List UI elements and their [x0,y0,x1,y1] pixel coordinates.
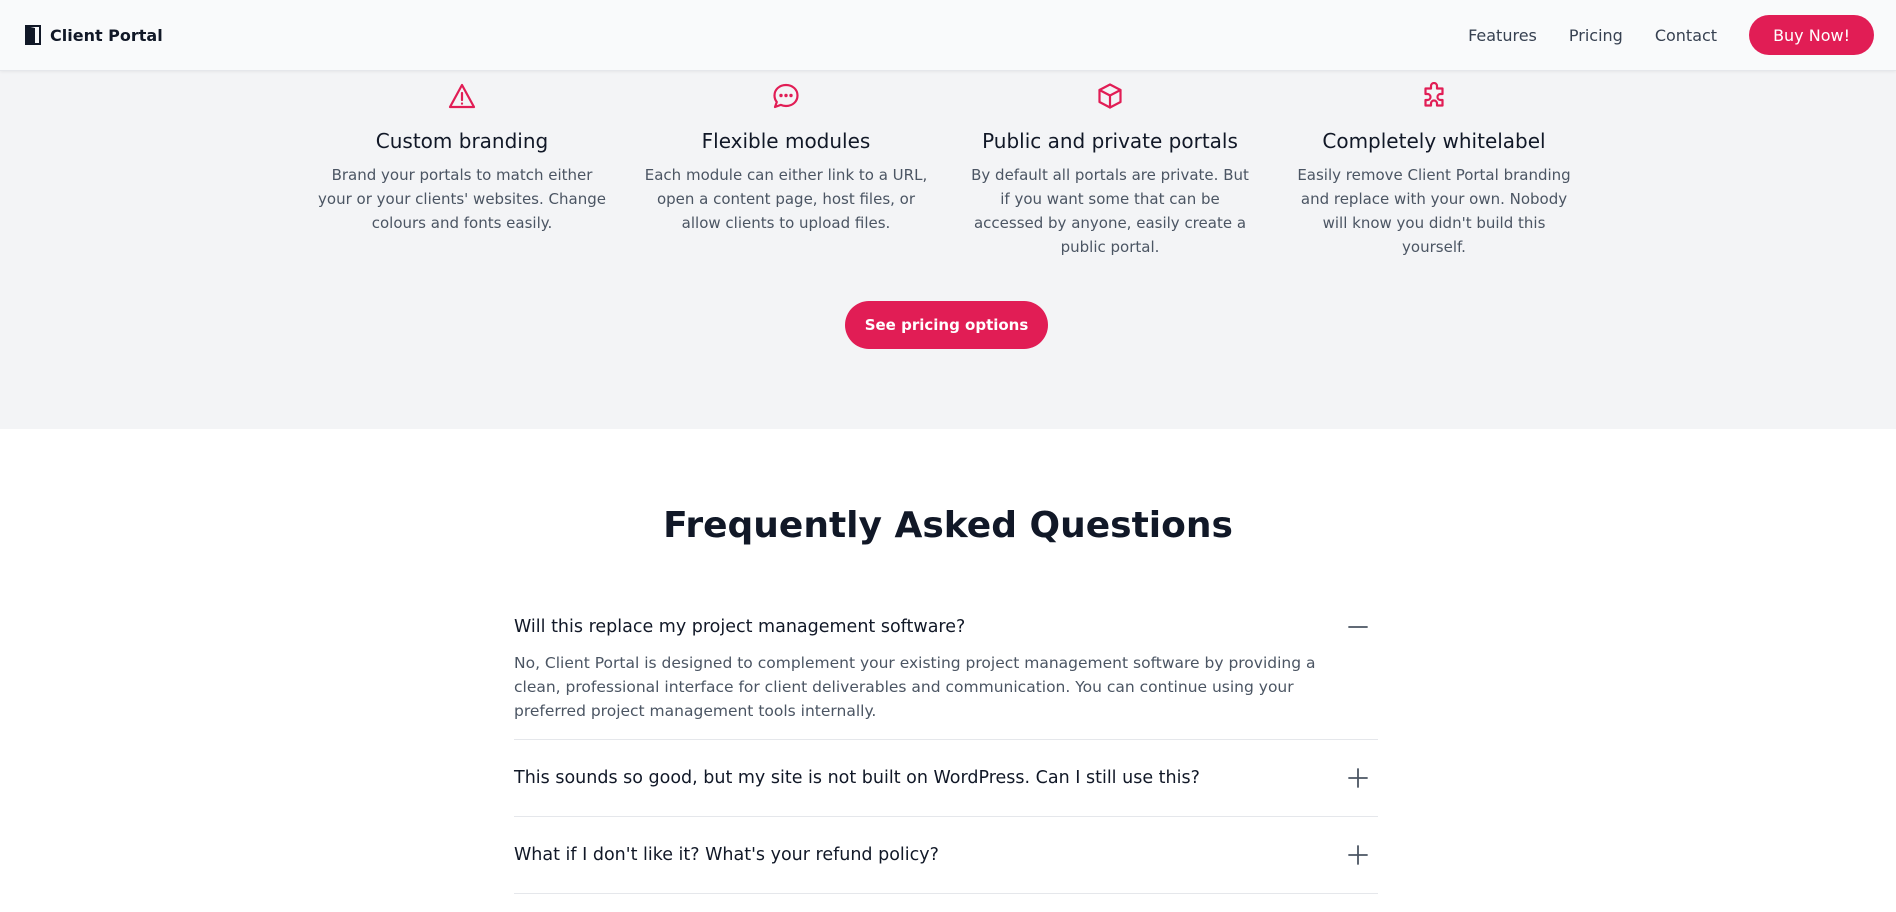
puzzle-piece-icon [1420,81,1448,111]
faq-item: Will this replace my project management … [514,595,1378,740]
main-nav: Features Pricing Contact Buy Now! [1468,15,1874,55]
faq-question-toggle[interactable]: What if I don't like it? What's your ref… [514,817,1378,893]
features-section: Custom branding Brand your portals to ma… [0,71,1896,429]
features-grid: Custom branding Brand your portals to ma… [300,81,1596,259]
nav-features[interactable]: Features [1468,26,1537,45]
feature-description: Each module can either link to a URL, op… [644,166,928,232]
feature-title: Completely whitelabel [1322,129,1546,153]
feature-title: Custom branding [375,129,549,153]
faq-question: What if I don't like it? What's your ref… [514,845,939,865]
faq-title: Frequently Asked Questions [663,505,1233,546]
site-header: Client Portal Features Pricing Contact B… [0,0,1896,71]
nav-contact[interactable]: Contact [1655,26,1717,45]
plus-icon[interactable] [1348,845,1368,865]
feature-title: Flexible modules [701,129,871,153]
nav-pricing[interactable]: Pricing [1569,26,1623,45]
faq-item: What if I don't like it? What's your ref… [514,817,1378,894]
faq-question: Will this replace my project management … [514,617,966,637]
plus-icon[interactable] [1348,768,1368,788]
feature-flexible-modules: Flexible modules Each module can either … [624,81,948,259]
faq-answer: No, Client Portal is designed to complem… [514,654,1316,720]
feature-description: Brand your portals to match either your … [318,166,606,232]
brand-name: Client Portal [50,25,163,45]
door-logo-icon [24,24,42,46]
chat-bubble-icon [772,81,800,111]
feature-custom-branding: Custom branding Brand your portals to ma… [300,81,624,259]
feature-completely-whitelabel: Completely whitelabel Easily remove Clie… [1272,81,1596,259]
brand[interactable]: Client Portal [24,24,163,46]
feature-description: Easily remove Client Portal branding and… [1297,166,1571,256]
see-pricing-button[interactable]: See pricing options [845,301,1048,349]
faq-question: This sounds so good, but my site is not … [514,768,1200,788]
faq-item: This sounds so good, but my site is not … [514,740,1378,817]
minus-icon[interactable] [1348,617,1368,637]
faq-question-toggle[interactable]: Will this replace my project management … [514,595,1378,659]
feature-description: By default all portals are private. But … [971,166,1249,256]
faq-question-toggle[interactable]: This sounds so good, but my site is not … [514,740,1378,816]
feature-public-private-portals: Public and private portals By default al… [948,81,1272,259]
buy-now-button[interactable]: Buy Now! [1749,15,1874,55]
warning-triangle-icon [448,81,476,111]
feature-title: Public and private portals [982,129,1238,153]
faq-list: Will this replace my project management … [514,595,1378,894]
cube-icon [1096,81,1124,111]
